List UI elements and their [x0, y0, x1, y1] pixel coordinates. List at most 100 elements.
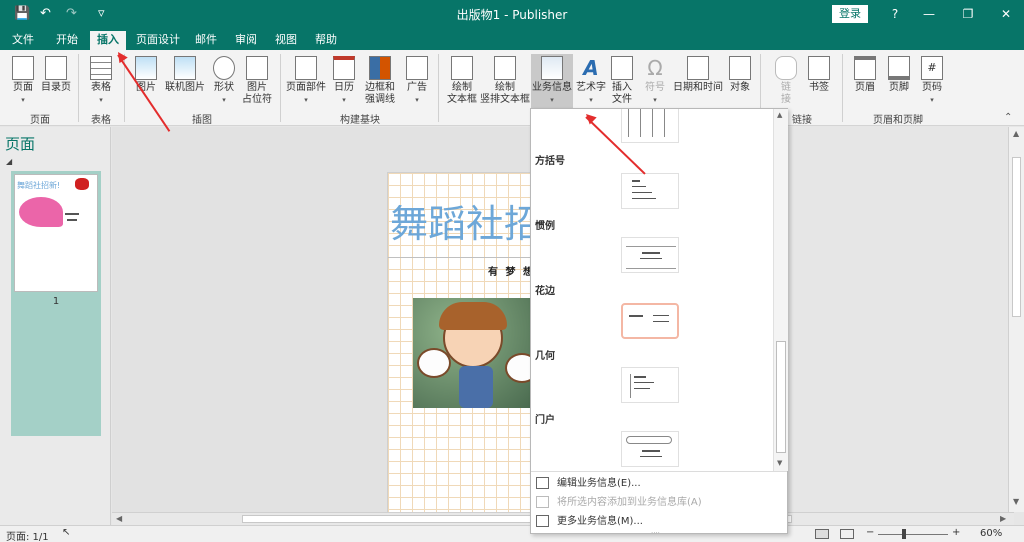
- link-icon: [775, 56, 797, 80]
- tab-mailings[interactable]: 邮件: [190, 31, 222, 50]
- tab-page-design[interactable]: 页面设计: [134, 31, 182, 50]
- thumbnail-text-line: [67, 219, 77, 221]
- login-button[interactable]: 登录: [832, 5, 868, 23]
- page-number-button[interactable]: # 页码 ▾: [918, 56, 946, 106]
- tab-file[interactable]: 文件: [5, 31, 41, 50]
- add-selection-to-library-label: 将所选内容添加到业务信息库(A): [557, 497, 702, 508]
- group-label-tables: 表格: [91, 115, 111, 126]
- catalog-icon: [45, 56, 67, 80]
- wordart-button[interactable]: A 艺术字 ▾: [575, 56, 607, 106]
- group-label-pages: 页面: [30, 115, 50, 126]
- tab-help[interactable]: 帮助: [310, 31, 342, 50]
- zoom-in-button[interactable]: +: [952, 527, 960, 538]
- borders-accents-button[interactable]: 边框和 强调线: [360, 56, 400, 106]
- draw-textbox-button[interactable]: 绘制 文本框: [444, 56, 480, 106]
- tab-review[interactable]: 审阅: [230, 31, 262, 50]
- group-label-links: 链接: [792, 115, 812, 126]
- business-info-button[interactable]: 业务信息 ▾: [531, 54, 573, 108]
- picture-placeholder-icon: [246, 56, 268, 80]
- picture-placeholder-button[interactable]: 图片 占位符: [242, 56, 272, 106]
- shapes-button[interactable]: 形状 ▾: [210, 56, 238, 106]
- scroll-down-icon[interactable]: ▼: [1013, 497, 1019, 506]
- catalog-page-button[interactable]: 目录页: [40, 56, 72, 94]
- resize-grip-icon[interactable]: ····: [651, 529, 660, 537]
- gallery-scroll-up-icon[interactable]: ▲: [777, 111, 782, 119]
- customize-quick-access-icon[interactable]: ▿: [98, 6, 105, 21]
- object-button[interactable]: 对象: [726, 56, 754, 94]
- page-status[interactable]: 页面: 1/1: [6, 528, 49, 542]
- sheep-left-shape: [417, 348, 451, 378]
- redo-icon[interactable]: ↷: [66, 6, 77, 21]
- zoom-slider-thumb[interactable]: [902, 529, 906, 539]
- collapse-triangle-icon[interactable]: ◢: [6, 157, 12, 166]
- single-page-view-icon[interactable]: [815, 529, 829, 539]
- page-button[interactable]: 页面 ▾: [8, 56, 38, 106]
- thumbnail-page-number: 1: [52, 296, 60, 307]
- undo-icon[interactable]: ↶: [40, 6, 51, 21]
- gallery-thumbnail-partial[interactable]: [621, 109, 679, 143]
- table-button[interactable]: 表格 ▾: [86, 56, 116, 106]
- vertical-scroll-thumb[interactable]: [1012, 157, 1021, 317]
- draw-vtextbox-label-1: 绘制: [495, 82, 515, 93]
- business-info-label: 业务信息: [532, 82, 572, 93]
- advertisements-button[interactable]: 广告 ▾: [404, 56, 430, 106]
- gallery-scroll-thumb[interactable]: [776, 341, 786, 453]
- tab-home[interactable]: 开始: [49, 31, 85, 50]
- header-button[interactable]: 页眉: [850, 56, 880, 94]
- zoom-level[interactable]: 60%: [980, 528, 1002, 539]
- gallery-scrollbar[interactable]: ▲ ▼: [773, 109, 788, 471]
- help-button[interactable]: ?: [882, 4, 908, 24]
- draw-vtextbox-label-2: 竖排文本框: [480, 94, 530, 105]
- draw-vertical-textbox-button[interactable]: 绘制 竖排文本框: [480, 56, 530, 106]
- tab-view[interactable]: 视图: [270, 31, 302, 50]
- bookmark-label: 书签: [809, 82, 829, 93]
- restore-icon[interactable]: ❐: [955, 4, 981, 24]
- collapse-ribbon-icon[interactable]: ⌃: [1004, 112, 1012, 123]
- insert-file-button[interactable]: 插入 文件: [608, 56, 636, 106]
- header-icon: [854, 56, 876, 80]
- two-page-view-icon[interactable]: [840, 529, 854, 539]
- scroll-left-icon[interactable]: ◀: [116, 514, 122, 523]
- bookmark-button[interactable]: 书签: [804, 56, 834, 94]
- borders-icon: [369, 56, 391, 80]
- scroll-right-icon[interactable]: ▶: [1000, 514, 1006, 523]
- document-page[interactable]: 舞蹈社招 有 梦 想 就: [387, 172, 553, 512]
- symbol-button[interactable]: Ω 符号 ▾: [640, 56, 670, 106]
- calendar-button[interactable]: 日历 ▾: [330, 56, 358, 106]
- gallery-thumbnail[interactable]: [621, 303, 679, 339]
- zoom-out-button[interactable]: −: [866, 527, 874, 538]
- link-button[interactable]: 链 接: [772, 56, 800, 106]
- gallery-thumbnail[interactable]: [621, 237, 679, 273]
- vertical-scrollbar[interactable]: ▲ ▼: [1008, 127, 1024, 512]
- chevron-down-icon: ▾: [222, 96, 226, 104]
- page-parts-button[interactable]: 页面部件 ▾: [286, 56, 326, 106]
- tab-insert[interactable]: 插入: [90, 31, 126, 50]
- minimize-icon[interactable]: —: [916, 4, 942, 24]
- date-time-button[interactable]: 日期和时间: [672, 56, 724, 94]
- gallery-thumbnail[interactable]: [621, 431, 679, 467]
- document-title-text[interactable]: 舞蹈社招: [390, 193, 542, 248]
- wordart-label: 艺术字: [576, 82, 606, 93]
- close-icon[interactable]: ✕: [993, 4, 1019, 24]
- add-selection-to-library-menu-item[interactable]: 将所选内容添加到业务信息库(A): [531, 493, 787, 512]
- gallery-thumbnail[interactable]: [621, 367, 679, 403]
- shapes-icon: [213, 56, 235, 80]
- scroll-up-icon[interactable]: ▲: [1013, 129, 1019, 138]
- online-picture-button[interactable]: 联机图片: [163, 56, 207, 94]
- edit-business-info-menu-item[interactable]: 编辑业务信息(E)...: [531, 474, 787, 493]
- symbol-label: 符号: [645, 82, 665, 93]
- footer-button[interactable]: 页脚: [884, 56, 914, 94]
- picture-button[interactable]: 图片: [132, 56, 160, 94]
- vertical-textbox-icon: [494, 56, 516, 80]
- gallery-category-label: 花边: [535, 286, 555, 297]
- header-label: 页眉: [855, 82, 875, 93]
- date-time-icon: [687, 56, 709, 80]
- omega-icon: Ω: [647, 56, 663, 80]
- save-icon[interactable]: 💾: [14, 6, 30, 21]
- gallery-thumbnail[interactable]: [621, 173, 679, 209]
- page-thumbnail[interactable]: 舞蹈社招新! 1: [11, 171, 101, 436]
- link-label-2: 接: [781, 94, 791, 105]
- gallery-scroll-down-icon[interactable]: ▼: [777, 459, 782, 467]
- zoom-slider-track[interactable]: [878, 534, 948, 535]
- gallery-category-label: 几何: [535, 351, 555, 362]
